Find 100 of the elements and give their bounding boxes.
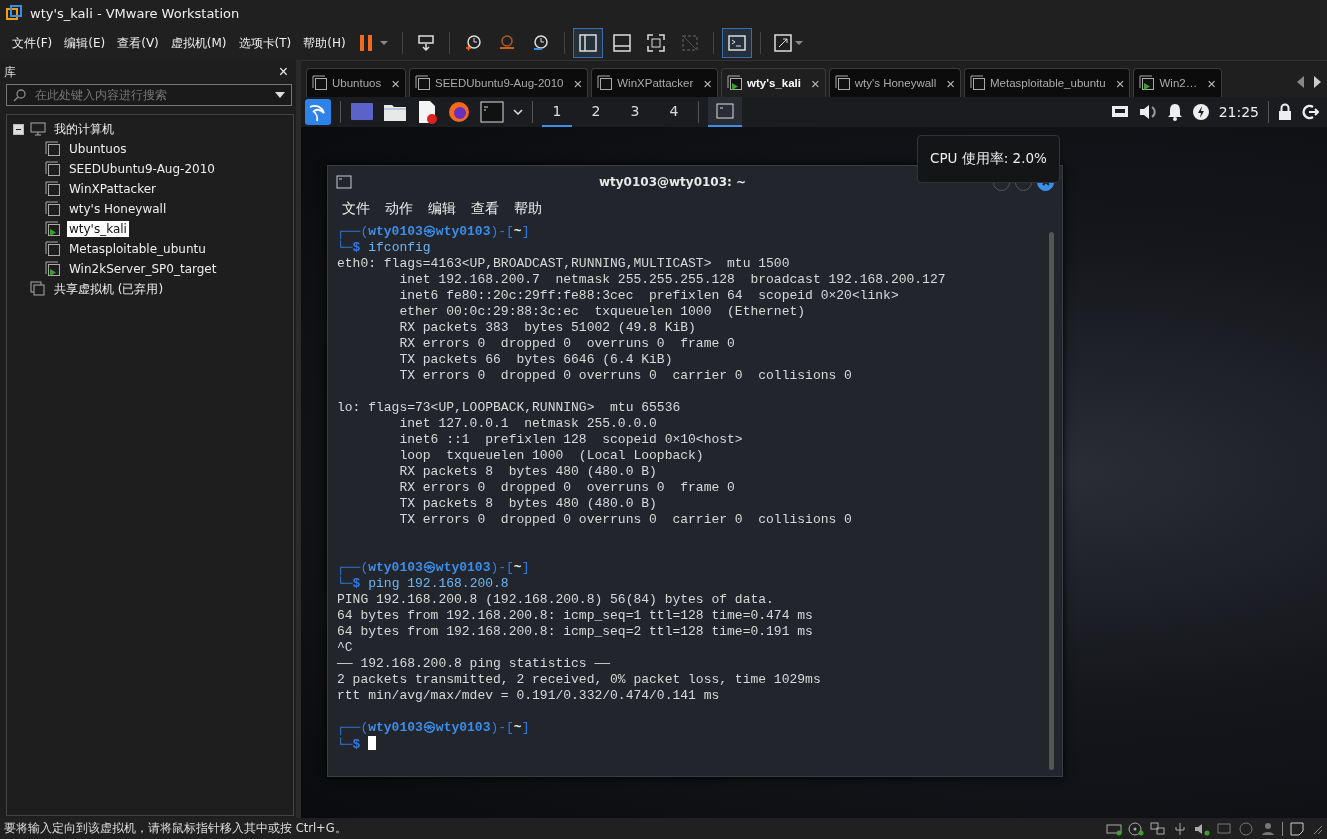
menu-item[interactable]: 帮助(H) [297, 34, 352, 52]
library-button[interactable] [572, 28, 603, 58]
vm-tab[interactable]: Ubuntuos × [306, 68, 406, 97]
tab-close-button[interactable]: × [811, 74, 820, 92]
tab-close-button[interactable]: × [573, 74, 583, 92]
workspace-button[interactable]: 4 [659, 97, 689, 127]
terminal-output: RX packets 383 bytes 51002 (49.8 KiB) [398, 320, 696, 335]
menu-item[interactable]: 文件 [342, 200, 370, 218]
vm-icon [45, 181, 61, 197]
tree-item[interactable]: Ubuntuos [67, 141, 129, 157]
bell-icon[interactable] [1166, 103, 1183, 121]
search-icon [13, 88, 27, 102]
desktop-icon[interactable] [350, 101, 374, 123]
tab-close-button[interactable]: × [946, 74, 955, 92]
terminal-output: ether 00:0c:29:88:3c:ec txqueuelen 1000 (Ethernet) [398, 304, 806, 319]
terminal-prompt: └─$ [337, 737, 361, 752]
scroll-right-icon[interactable] [1313, 76, 1321, 88]
search-box[interactable]: 在此处键入内容进行搜索 [6, 84, 292, 106]
menu-item[interactable]: 选项卡(T) [232, 34, 298, 52]
network-icon[interactable] [1110, 104, 1129, 120]
bottom-panel-icon [611, 33, 632, 53]
menu-item[interactable]: 帮助 [514, 200, 542, 218]
menu-item[interactable]: 查看 [471, 200, 499, 218]
window-title: wty's_kali - VMware Workstation [30, 5, 240, 21]
terminal-output: —— 192.168.200.8 ping statistics —— [337, 656, 611, 671]
tab-close-button[interactable]: × [1207, 74, 1216, 92]
usb-icon[interactable] [1172, 821, 1188, 836]
tab-close-button[interactable]: × [1115, 74, 1125, 92]
vm-icon [45, 161, 61, 177]
vm-icon [597, 75, 614, 91]
menu-item[interactable]: 虚拟机(M) [164, 34, 233, 52]
terminal-icon[interactable] [480, 101, 504, 123]
dragon-menu-icon[interactable] [305, 99, 331, 125]
tree-item[interactable]: WinXPattacker [67, 181, 158, 197]
tab-close-button[interactable]: × [391, 74, 400, 92]
workspace-button[interactable]: 2 [581, 97, 611, 127]
menu-item[interactable]: 动作 [385, 200, 413, 218]
console-icon [726, 33, 747, 53]
vm-tab[interactable]: Win2… × [1133, 68, 1222, 97]
tab-label: Win2… [1159, 77, 1199, 89]
cd-icon[interactable] [1128, 821, 1144, 836]
sound-icon[interactable] [1194, 821, 1210, 836]
network-adapter-icon[interactable] [1150, 821, 1166, 836]
lock-icon[interactable] [1278, 103, 1292, 121]
vm-tab[interactable]: wty's_kali × [721, 68, 826, 97]
console-button[interactable] [721, 28, 752, 58]
vm-tab[interactable]: Metasploitable_ubuntu × [963, 68, 1131, 97]
document-icon[interactable] [416, 100, 438, 124]
note-icon[interactable] [1289, 821, 1305, 836]
vm-tab[interactable]: SEEDUbuntu9-Aug-2010 × [409, 68, 589, 97]
power-icon[interactable] [1191, 103, 1210, 121]
menu-item[interactable]: 编辑(E) [58, 34, 112, 52]
terminal-icon [716, 103, 734, 119]
tree-item[interactable]: Win2kServer_SP0_target [67, 261, 219, 277]
status-message: 要将输入定向到该虚拟机，请将鼠标指针移入其中或按 Ctrl+G。 [4, 821, 347, 836]
logout-icon[interactable] [1301, 103, 1319, 121]
terminal-output: lo: flags=73<UP,LOOPBACK,RUNNING> mtu 65536 [337, 400, 681, 415]
vm-icon [45, 241, 61, 257]
workspace-button[interactable]: 3 [620, 97, 650, 127]
collapse-toggle[interactable] [13, 123, 24, 135]
tree-item[interactable]: wty's Honeywall [67, 201, 169, 217]
terminal-output: inet6 fe80::20c:29ff:fe88:3cec prefixlen 64 scopeid 0×20<link> [398, 288, 899, 303]
vm-icon [834, 75, 851, 91]
menu-item[interactable]: 文件(F) [6, 34, 59, 52]
tab-label: WinXPattacker [617, 77, 695, 89]
tab-label: Ubuntuos [332, 77, 383, 89]
vm-tab[interactable]: WinXPattacker × [591, 68, 719, 97]
tree-item[interactable]: 共享虚拟机 (已弃用) [52, 279, 166, 299]
terminal-output: eth0: flags=4163<UP,BROADCAST,RUNNING,MULTICAST> mtu 1500 [337, 256, 790, 271]
search-input[interactable]: 在此处键入内容进行搜索 [33, 87, 269, 103]
terminal-task-button[interactable] [708, 97, 742, 127]
app-logo-icon [6, 5, 22, 21]
disc-icon[interactable] [1238, 821, 1254, 836]
tab-close-button[interactable]: × [703, 74, 713, 92]
close-button[interactable]: × [274, 63, 292, 81]
menu-item[interactable]: 编辑 [428, 200, 456, 218]
terminal-output: inet6 ::1 prefixlen 128 scopeid 0×10<host> [398, 432, 743, 447]
tree-item[interactable]: wty's_kali [67, 221, 129, 237]
scrollbar[interactable] [1049, 232, 1054, 770]
tree-item[interactable]: Metasploitable_ubuntu [67, 241, 208, 257]
computer-icon [30, 121, 46, 137]
fullscreen-icon [645, 33, 666, 53]
vm-icon [45, 221, 61, 237]
tree-item[interactable]: 我的计算机 [52, 119, 116, 139]
tree-item[interactable]: SEEDUbuntu9-Aug-2010 [67, 161, 217, 177]
sidebar-layout-icon [577, 33, 598, 53]
clock[interactable]: 21:25 [1218, 104, 1259, 120]
vm-icon [312, 75, 328, 91]
person-icon[interactable] [1260, 821, 1276, 836]
scroll-left-icon[interactable] [1297, 76, 1305, 88]
volume-icon[interactable] [1137, 103, 1158, 121]
terminal-output: 64 bytes from 192.168.200.8: icmp_seq=1 ttl=128 time=0.474 ms [337, 608, 813, 623]
browser-icon[interactable] [447, 100, 471, 124]
vm-tab[interactable]: wty's Honeywall × [828, 68, 961, 97]
dropdown-caret-icon [275, 92, 285, 98]
caret-icon[interactable] [513, 109, 523, 115]
menu-item[interactable]: 查看(V) [111, 34, 165, 52]
terminal-output: PING 192.168.200.8 (192.168.200.8) 56(84) bytes of data. [337, 592, 774, 607]
stretch-icon [772, 33, 805, 53]
terminal-output: TX packets 66 bytes 6646 (6.4 KiB) [398, 352, 673, 367]
